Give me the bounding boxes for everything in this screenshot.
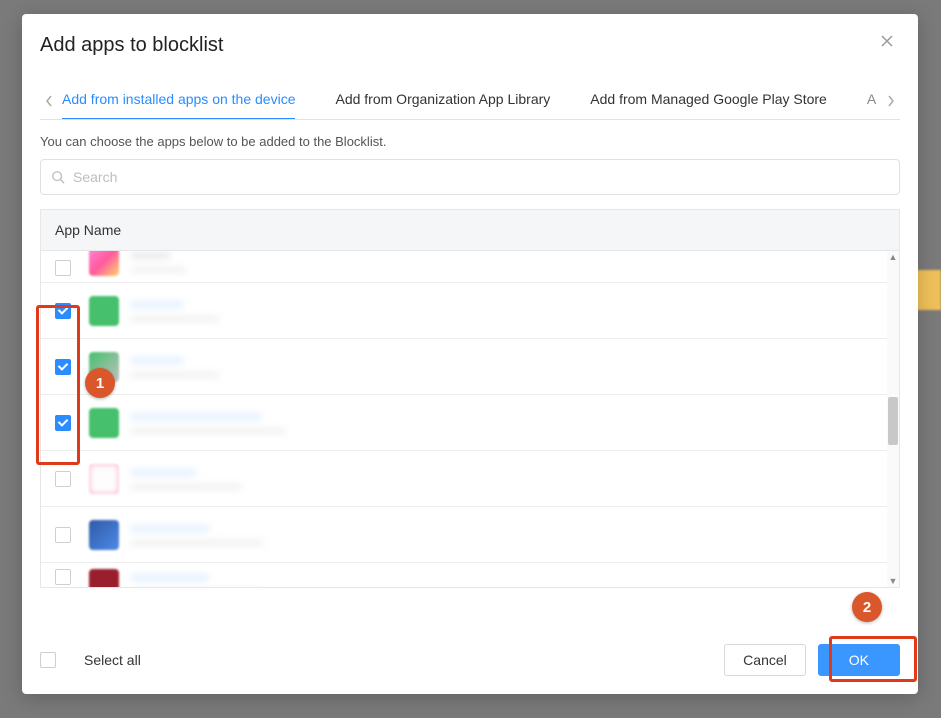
app-text-block: ———————————— xyxy=(131,296,219,325)
app-name: ———— xyxy=(131,296,219,311)
app-sub: ————— xyxy=(131,264,186,276)
tab-overflow-peek[interactable]: A xyxy=(867,83,876,119)
app-icon xyxy=(89,352,119,382)
list-body: ————————————————————————————————————————… xyxy=(41,251,899,587)
app-text-block: ———————— xyxy=(131,251,186,276)
blocklist-modal: Add apps to blocklist Add from installed… xyxy=(22,14,918,694)
app-icon xyxy=(89,520,119,550)
row-checkbox[interactable] xyxy=(55,471,71,487)
app-list: App Name ———————————————————————————————… xyxy=(40,209,900,588)
app-sub: —————————————— xyxy=(131,425,285,437)
app-name: ———— xyxy=(131,352,219,367)
modal-footer: Select all Cancel OK xyxy=(22,630,918,694)
app-sub: —————————— xyxy=(131,481,241,493)
tab-scroll-right[interactable] xyxy=(882,95,900,107)
app-text-block: ——————————————— xyxy=(131,464,241,493)
app-sub: ———————————— xyxy=(131,537,263,549)
list-item[interactable]: —————————————————— xyxy=(41,507,887,563)
app-name: —————— xyxy=(131,569,263,584)
select-all[interactable]: Select all xyxy=(40,652,141,668)
list-item[interactable]: ———————————— xyxy=(41,283,887,339)
scroll-up-icon[interactable]: ▲ xyxy=(887,251,899,263)
select-all-checkbox[interactable] xyxy=(40,652,56,668)
list-item[interactable]: ———————— xyxy=(41,251,887,283)
cancel-button[interactable]: Cancel xyxy=(724,644,806,676)
app-sub: ———————— xyxy=(131,313,219,325)
scroll-thumb[interactable] xyxy=(888,397,898,445)
scroll-down-icon[interactable]: ▼ xyxy=(887,575,899,587)
app-name: ————— xyxy=(131,464,241,479)
tabs-bar: Add from installed apps on the device Ad… xyxy=(40,83,900,120)
row-checkbox[interactable] xyxy=(55,527,71,543)
list-item[interactable]: ———————————— xyxy=(41,339,887,395)
app-icon xyxy=(89,408,119,438)
ok-button[interactable]: OK xyxy=(818,644,900,676)
row-checkbox[interactable] xyxy=(55,303,71,319)
app-text-block: —————————————————— xyxy=(131,569,263,587)
app-text-block: ———————————— xyxy=(131,352,219,381)
app-sub: ———————— xyxy=(131,369,219,381)
search-icon xyxy=(51,170,65,184)
list-item[interactable]: —————————————————— xyxy=(41,563,887,587)
list-item[interactable]: ———————————————————————— xyxy=(41,395,887,451)
app-sub: ———————————— xyxy=(131,586,263,587)
app-name: ——— xyxy=(131,251,186,262)
scrollbar[interactable]: ▲ ▼ xyxy=(887,251,899,587)
app-icon xyxy=(89,251,119,276)
tab-installed-apps[interactable]: Add from installed apps on the device xyxy=(62,83,295,119)
modal-header: Add apps to blocklist xyxy=(22,14,918,65)
modal-description: You can choose the apps below to be adde… xyxy=(40,134,900,149)
app-name: —————————— xyxy=(131,408,285,423)
app-icon xyxy=(89,296,119,326)
row-checkbox[interactable] xyxy=(55,359,71,375)
tab-org-app-library[interactable]: Add from Organization App Library xyxy=(335,83,550,119)
row-checkbox[interactable] xyxy=(55,415,71,431)
app-icon xyxy=(89,569,119,587)
list-item[interactable]: ——————————————— xyxy=(41,451,887,507)
select-all-label: Select all xyxy=(84,652,141,668)
modal-title: Add apps to blocklist xyxy=(40,34,223,57)
tab-managed-google-play[interactable]: Add from Managed Google Play Store xyxy=(590,83,827,119)
app-text-block: ———————————————————————— xyxy=(131,408,285,437)
tabs: Add from installed apps on the device Ad… xyxy=(58,83,882,119)
app-name: —————— xyxy=(131,520,263,535)
row-checkbox[interactable] xyxy=(55,569,71,585)
search-input[interactable] xyxy=(71,168,889,186)
app-icon xyxy=(89,464,119,494)
row-checkbox[interactable] xyxy=(55,260,71,276)
search-box[interactable] xyxy=(40,159,900,195)
tab-scroll-left[interactable] xyxy=(40,95,58,107)
list-header-app-name: App Name xyxy=(41,210,899,251)
close-icon[interactable] xyxy=(880,34,894,48)
app-text-block: —————————————————— xyxy=(131,520,263,549)
